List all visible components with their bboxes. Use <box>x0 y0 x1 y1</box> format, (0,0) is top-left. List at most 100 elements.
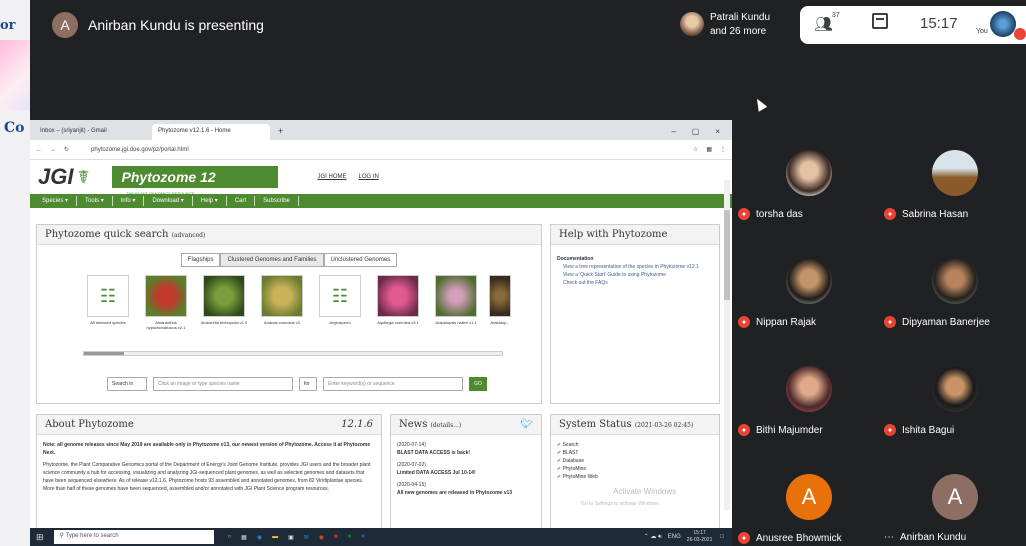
species-search-input[interactable]: Click an image or type species name <box>153 377 293 391</box>
species-caption: Amaranthus hypochondriacus v2.1 <box>146 320 186 330</box>
taskbar-clock[interactable]: 15:17 26-03-2021 <box>687 530 713 544</box>
documentation-heading: Documentation <box>557 256 594 262</box>
address-bar: ← → ↻ phytozome.jgi.doe.gov/pz/portal.ht… <box>30 140 732 160</box>
species-thumb[interactable]: ☷ All released species <box>83 275 133 336</box>
help-link[interactable]: Check out the FAQs <box>557 279 713 287</box>
species-thumb[interactable]: Aquilegia coerulea v3.1 <box>373 275 423 336</box>
participant-tile[interactable]: ● Dipyaman Banerjee <box>880 248 1026 356</box>
keyword-input[interactable]: Enter keyword(s) or sequence <box>323 377 463 391</box>
presenter-text: Anirban Kundu is presenting <box>88 17 264 33</box>
help-link[interactable]: View a 'Quick Start' Guide to using Phyt… <box>557 271 713 279</box>
file-explorer-icon[interactable]: ▬ <box>272 534 278 540</box>
participant-avatar <box>786 258 832 304</box>
taskbar-search-text: Type here to search <box>65 533 119 539</box>
chrome-icon[interactable]: ◉ <box>319 534 324 541</box>
news-headline[interactable]: BLAST DATA ACCESS is back! <box>397 449 535 457</box>
excel-icon[interactable]: ■ <box>348 534 352 540</box>
participant-tile[interactable]: ● Ishita Bagui <box>880 356 1026 464</box>
species-thumb[interactable]: ☷ Angiosperm <box>315 275 365 336</box>
toggle-unclustered[interactable]: Unclustered Genomes <box>323 253 398 267</box>
extensions-icon[interactable]: ▦ <box>706 146 712 153</box>
edge-icon[interactable]: ◉ <box>257 534 262 541</box>
toggle-flagships[interactable]: Flagships <box>180 253 221 267</box>
species-thumb[interactable]: Arabidop... <box>489 275 511 336</box>
background-text-top: or <box>0 18 16 33</box>
carousel-scrollbar[interactable] <box>83 351 503 356</box>
browser-tab-gmail[interactable]: Inbox – (sriyanjit) - Gmail <box>34 124 152 140</box>
self-avatar[interactable] <box>990 11 1016 37</box>
go-button[interactable]: GO <box>469 377 487 391</box>
brand-subtitle: THE PLANT GENOMICS RESOURCE <box>126 191 195 196</box>
mail-icon[interactable]: ✉ <box>304 534 309 541</box>
participant-avatar <box>932 366 978 412</box>
jgi-logo[interactable]: JGI <box>38 164 73 190</box>
taskbar-search-input[interactable]: ⚲ Type here to search <box>53 530 214 544</box>
menu-cart[interactable]: Cart <box>227 196 256 206</box>
people-icon[interactable]: 👥︎ <box>814 15 833 33</box>
participant-tile[interactable]: A ⋯ Anirban Kundu <box>880 464 1026 546</box>
participant-name: Anusree Bhowmick <box>756 532 842 544</box>
status-item-label: Search <box>562 442 579 448</box>
chat-icon[interactable] <box>872 13 888 29</box>
help-link[interactable]: View a tree representation of the specie… <box>557 263 713 271</box>
windows-start-icon[interactable]: ⊞ <box>36 532 44 543</box>
task-view-icon[interactable]: ○ <box>228 534 232 540</box>
participant-tile[interactable]: ● Nippan Rajak <box>734 248 880 356</box>
species-thumb[interactable]: Ananas comosus v3 <box>257 275 307 336</box>
participants-summary[interactable]: Patrali Kundu and 26 more <box>678 6 800 44</box>
page-scrollbar[interactable] <box>724 180 730 510</box>
menu-subscribe[interactable]: Subscribe <box>255 196 299 206</box>
minimize-button[interactable]: – <box>671 127 675 136</box>
participant-tile[interactable]: ● Bithi Majumder <box>734 356 880 464</box>
url-field[interactable]: phytozome.jgi.doe.gov/pz/portal.html <box>91 147 189 153</box>
mic-off-icon: ● <box>738 424 750 436</box>
close-window-button[interactable]: × <box>715 127 720 136</box>
participant-name: Ishita Bagui <box>902 424 955 436</box>
store-icon[interactable]: ▣ <box>288 534 294 541</box>
back-icon[interactable]: ← <box>36 147 42 153</box>
more-options-icon[interactable]: ⋯ <box>884 532 894 543</box>
forward-icon[interactable]: → <box>50 147 56 153</box>
participant-tile[interactable]: ● Sabrina Hasan <box>880 140 1026 248</box>
background-page-edge: or Co <box>0 0 30 546</box>
phytozome-brand[interactable]: Phytozome 12 <box>111 166 278 188</box>
help-panel: Help with Phytozome Documentation View a… <box>550 224 720 404</box>
notification-icon[interactable]: □ <box>720 534 724 540</box>
powerpoint-icon[interactable]: ■ <box>334 534 338 540</box>
menu-species[interactable]: Species ▾ <box>34 196 78 206</box>
advanced-link[interactable]: (advanced) <box>172 232 206 239</box>
menu-download[interactable]: Download ▾ <box>144 196 193 206</box>
maximize-button[interactable]: ▢ <box>692 127 700 136</box>
participant-primary: Patrali Kundu <box>710 12 771 23</box>
news-headline[interactable]: All new genomes are released in Phytozom… <box>397 489 535 497</box>
participant-name: torsha das <box>756 208 803 220</box>
twitter-icon[interactable]: 🐦︎ <box>520 419 533 430</box>
help-title: Help with Phytozome <box>551 225 719 245</box>
participant-tile[interactable]: ● torsha das <box>734 140 880 248</box>
participant-tile[interactable]: A ● Anusree Bhowmick <box>734 464 880 546</box>
news-details-link[interactable]: (details...) <box>431 422 462 429</box>
menu-info[interactable]: Info ▾ <box>113 196 145 206</box>
menu-icon[interactable]: ⋮ <box>720 146 726 153</box>
tray-icons[interactable]: ⌃ ☁ 🔊︎ <box>644 533 662 541</box>
tree-icon: ☷ <box>87 275 129 317</box>
news-headline[interactable]: Limited DATA ACCESS Jul 10-14! <box>397 469 535 477</box>
word-icon[interactable]: ■ <box>361 534 365 540</box>
menu-tools[interactable]: Tools ▾ <box>77 196 113 206</box>
species-thumb[interactable]: Amborella trichopoda v1.0 <box>199 275 249 336</box>
species-thumb[interactable]: Arabidopsis halleri v1.1 <box>431 275 481 336</box>
language-indicator[interactable]: ENG <box>668 534 681 540</box>
status-item: ✔ Search <box>557 441 713 449</box>
menu-help[interactable]: Help ▾ <box>193 196 227 206</box>
star-icon[interactable]: ☆ <box>693 146 698 153</box>
new-tab-button[interactable]: + <box>270 122 291 140</box>
jgi-home-link[interactable]: JGI HOME <box>318 174 347 180</box>
taskbar-app-icon[interactable]: ▦ <box>241 534 247 541</box>
toggle-clustered[interactable]: Clustered Genomes and Families <box>220 253 324 267</box>
browser-tab-phytozome[interactable]: Phytozome v12.1.6 - Home <box>152 124 270 140</box>
participant-avatar <box>932 258 978 304</box>
reload-icon[interactable]: ↻ <box>64 146 69 153</box>
login-link[interactable]: LOG IN <box>359 174 379 180</box>
species-thumb[interactable]: Amaranthus hypochondriacus v2.1 <box>141 275 191 336</box>
check-icon: ✔ <box>557 458 562 464</box>
